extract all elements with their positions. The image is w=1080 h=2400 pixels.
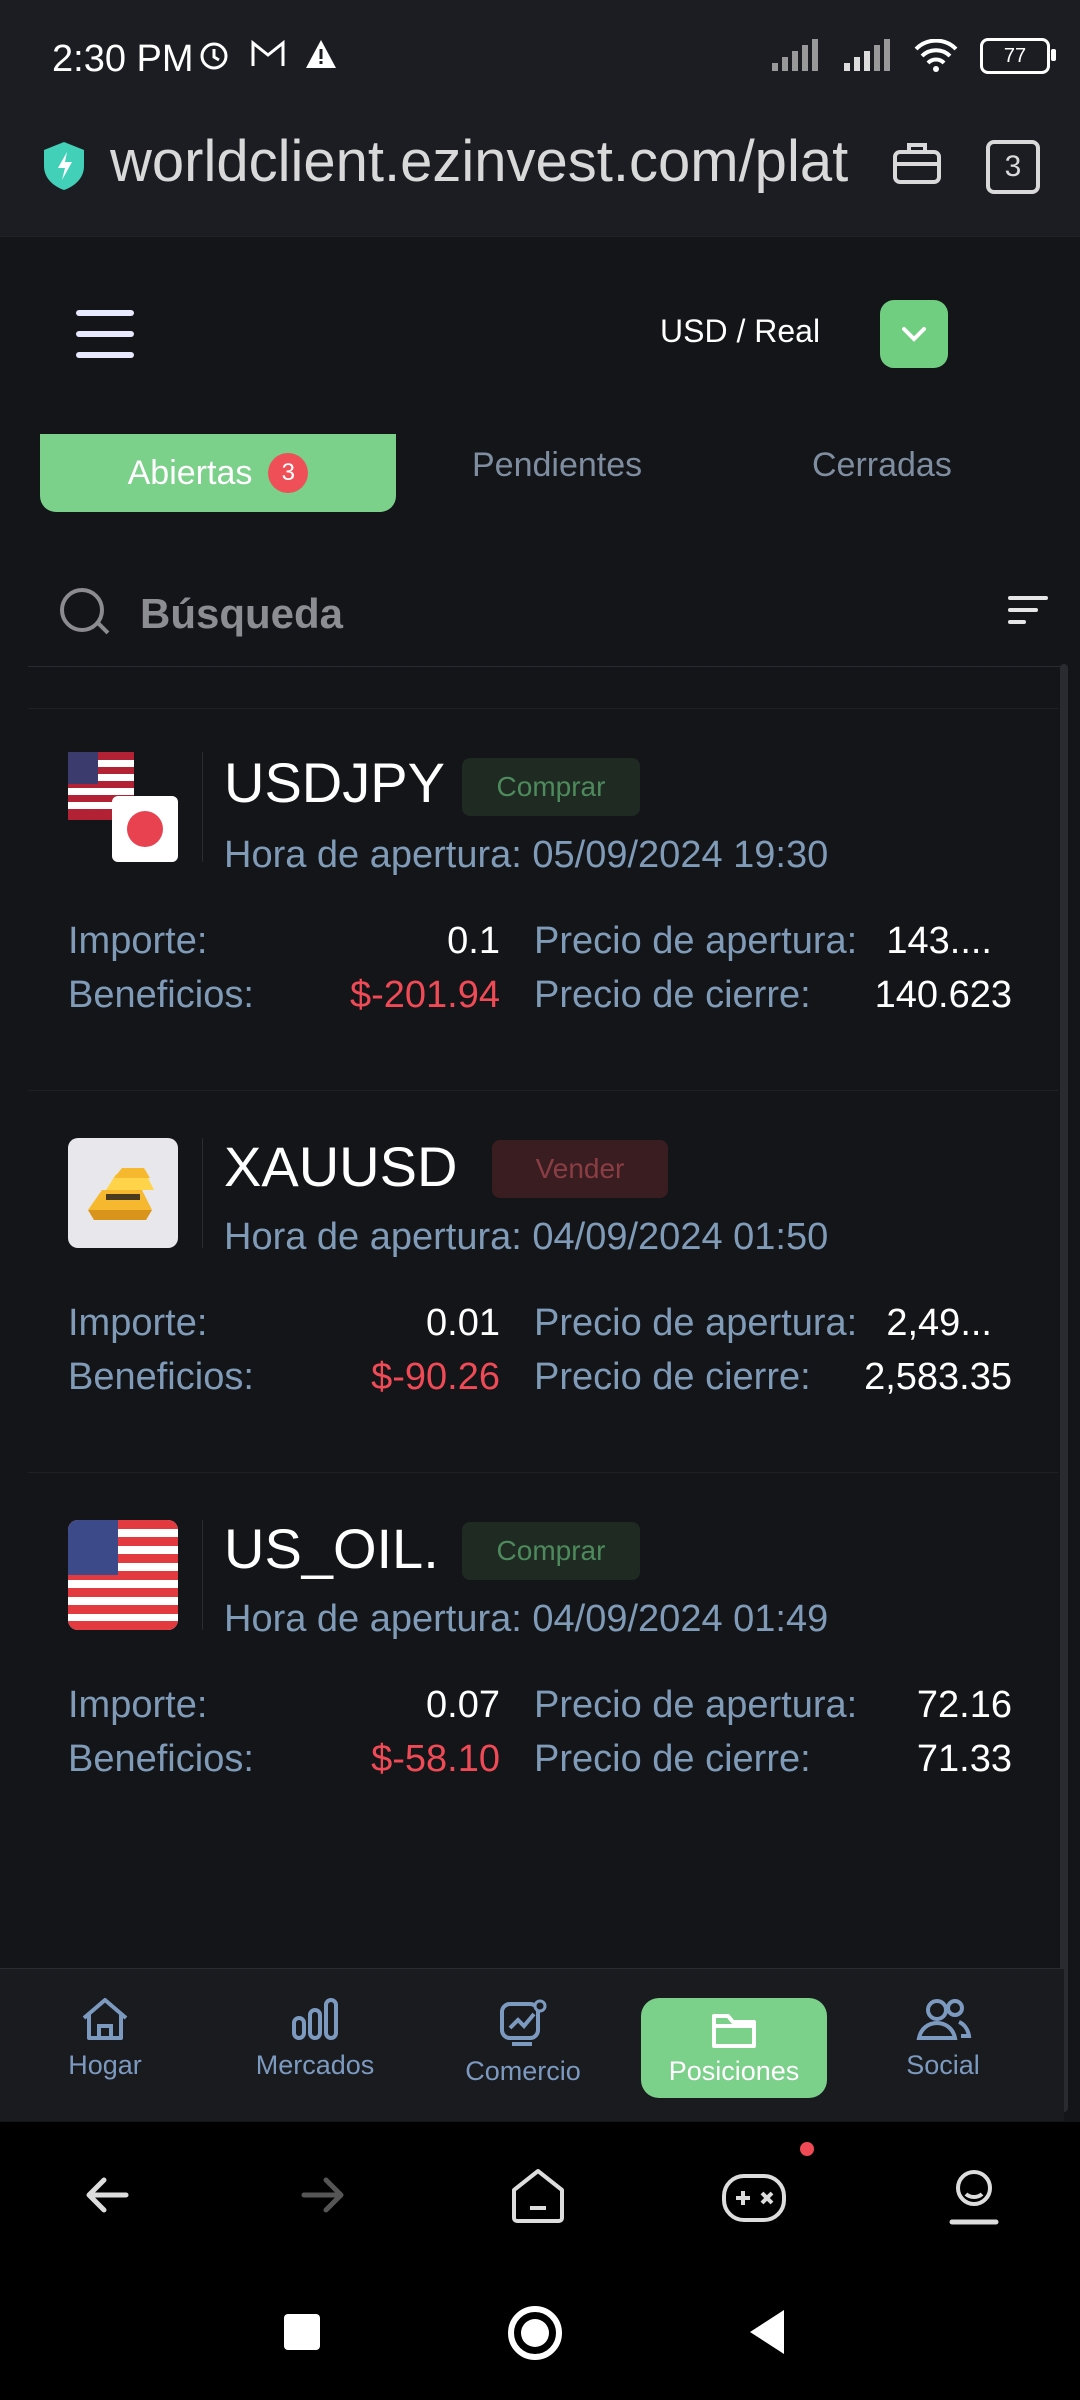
warning-icon (306, 40, 336, 68)
profit-value: $-90.26 (371, 1356, 500, 1398)
social-icon (916, 1999, 972, 2040)
markets-icon (292, 1998, 338, 2040)
back-arrow-icon[interactable] (82, 2170, 132, 2220)
side-badge-buy: Comprar (462, 758, 640, 816)
open-price-value: 2,49... (886, 1302, 992, 1344)
nav-label: Hogar (68, 2050, 142, 2080)
position-symbol: USDJPY (224, 751, 445, 814)
open-price-label: Precio de apertura: (534, 1684, 858, 1726)
profile-icon[interactable] (946, 2166, 1002, 2226)
game-controller-icon[interactable] (720, 2164, 790, 2228)
back-triangle-icon[interactable] (748, 2308, 788, 2356)
nav-hogar[interactable]: Hogar (30, 1996, 180, 2081)
open-price-value: 143.... (886, 920, 992, 962)
home-icon (82, 1998, 128, 2040)
profit-label: Beneficios: (68, 1738, 254, 1780)
briefcase-icon[interactable] (892, 140, 942, 186)
position-symbol: US_OIL. (224, 1517, 439, 1580)
secure-shield-icon (44, 142, 84, 190)
open-price-label: Precio de apertura: (534, 920, 858, 962)
tab-count-button[interactable]: 3 (986, 140, 1040, 194)
account-selector-label[interactable]: USD / Real (660, 313, 820, 350)
us-flag-icon (68, 1520, 178, 1630)
wifi-icon (914, 39, 958, 72)
open-time: Hora de apertura: 05/09/2024 19:30 (224, 834, 829, 876)
close-price-label: Precio de cierre: (534, 974, 811, 1016)
sort-filter-icon[interactable] (1008, 596, 1048, 628)
tab-label: Abiertas (127, 453, 253, 492)
tab-cerradas[interactable]: Cerradas (812, 446, 952, 485)
open-price-label: Precio de apertura: (534, 1302, 858, 1344)
amount-value: 0.07 (426, 1684, 500, 1726)
open-time: Hora de apertura: 04/09/2024 01:49 (224, 1598, 829, 1640)
close-price-label: Precio de cierre: (534, 1738, 811, 1780)
nav-label: Mercados (255, 2050, 375, 2080)
mail-icon (251, 39, 285, 66)
home-circle-icon[interactable] (508, 2306, 562, 2360)
divider (202, 752, 203, 862)
nav-label: Posiciones (668, 2055, 800, 2086)
tab-count-badge: 3 (268, 453, 309, 493)
amount-label: Importe: (68, 1302, 208, 1344)
system-status-icons: 77 (770, 38, 1056, 74)
folder-icon (712, 2013, 756, 2048)
profit-value: $-201.94 (349, 974, 500, 1016)
nav-mercados[interactable]: Mercados (240, 1996, 390, 2081)
nav-label: Comercio (465, 2056, 581, 2086)
recent-apps-icon[interactable] (284, 2314, 320, 2350)
tab-abiertas[interactable]: Abiertas 3 (40, 434, 396, 512)
url-text[interactable]: worldclient.ezinvest.com/plat (110, 128, 870, 195)
battery-icon: 77 (980, 38, 1056, 74)
amount-label: Importe: (68, 920, 208, 962)
status-time: 2:30 PM (52, 38, 194, 80)
chevron-down-icon[interactable] (880, 300, 948, 368)
notification-dot (800, 2142, 814, 2156)
hamburger-menu-icon[interactable] (76, 310, 134, 358)
close-price-value: 140.623 (874, 974, 1012, 1016)
close-price-value: 2,583.35 (864, 1356, 1012, 1398)
profit-value: $-58.10 (371, 1738, 500, 1780)
gold-bars-icon (68, 1138, 178, 1248)
profit-label: Beneficios: (68, 974, 254, 1016)
close-price-value: 71.33 (916, 1738, 1012, 1780)
alarm-icon (200, 42, 228, 70)
trade-icon (500, 1999, 547, 2046)
side-badge-sell: Vender (492, 1140, 668, 1198)
position-symbol: XAUUSD (224, 1135, 458, 1198)
nav-label: Social (906, 2050, 980, 2080)
search-icon (60, 588, 104, 632)
signal-icon (772, 39, 818, 71)
amount-label: Importe: (68, 1684, 208, 1726)
usd-jpy-flag-icon (68, 752, 180, 864)
open-time: Hora de apertura: 04/09/2024 01:50 (224, 1216, 829, 1258)
notification-icons (196, 36, 338, 72)
search-input[interactable]: Búsqueda (140, 590, 343, 638)
amount-value: 0.1 (447, 920, 500, 962)
tab-pendientes[interactable]: Pendientes (472, 446, 642, 485)
nav-posiciones[interactable]: Posiciones (641, 1998, 827, 2098)
nav-comercio[interactable]: Comercio (448, 1998, 598, 2087)
scrollbar[interactable] (1060, 664, 1068, 2112)
amount-value: 0.01 (426, 1302, 500, 1344)
profit-label: Beneficios: (68, 1356, 254, 1398)
divider (202, 1520, 203, 1630)
open-price-value: 72.16 (916, 1684, 1012, 1726)
side-badge-buy: Comprar (462, 1522, 640, 1580)
home-outline-icon[interactable] (508, 2166, 568, 2226)
close-price-label: Precio de cierre: (534, 1356, 811, 1398)
signal-icon-2 (844, 39, 890, 71)
nav-social[interactable]: Social (868, 1996, 1018, 2081)
divider (202, 1138, 203, 1248)
forward-arrow-icon[interactable] (298, 2170, 348, 2220)
